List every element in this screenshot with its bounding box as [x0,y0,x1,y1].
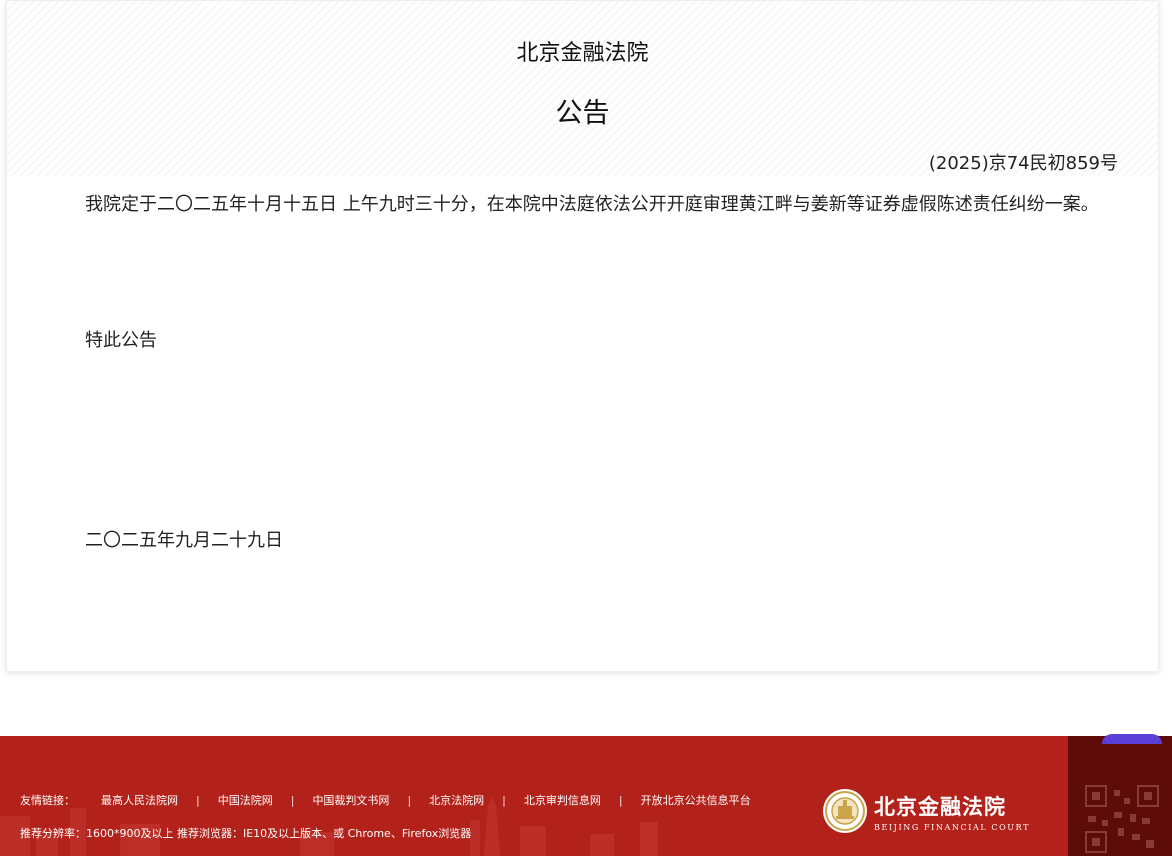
notice-closing: 特此公告 [85,330,157,351]
logo-name-cn: 北京金融法院 [874,793,1006,819]
link-judgments[interactable]: 中国裁判文书网 [312,792,389,808]
qr-panel [1068,734,1172,856]
link-separator: | [618,793,623,807]
link-beijing-court[interactable]: 北京法院网 [429,792,484,808]
footer-logo[interactable]: 北京金融法院 BEIJING FINANCIAL COURT [822,788,1030,834]
links-label: 友情链接： [20,794,75,807]
link-beijing-trial-info[interactable]: 北京审判信息网 [524,792,601,808]
floating-widget[interactable] [1102,734,1162,744]
browser-recommendation: 推荐分辨率：1600*900及以上 推荐浏览器：IE10及以上版本、或 Chro… [20,827,472,840]
logo-name-en: BEIJING FINANCIAL COURT [874,822,1031,832]
qr-code-icon [1085,785,1159,853]
notice-date: 二〇二五年九月二十九日 [85,530,283,551]
link-separator: | [196,793,200,807]
case-number: (2025)京74民初859号 [928,153,1118,174]
link-separator: | [502,793,506,807]
link-open-beijing[interactable]: 开放北京公共信息平台 [641,792,751,808]
site-footer: 友情链接： 最高人民法院网 | 中国法院网 | 中国裁判文书网 | 北京法院网 … [0,736,1172,856]
link-separator: | [407,793,412,807]
friendly-links: 友情链接： 最高人民法院网 | 中国法院网 | 中国裁判文书网 | 北京法院网 … [20,792,751,808]
court-name-heading: 北京金融法院 [516,41,649,66]
notice-body: 我院定于二〇二五年十月十五日 上午九时三十分，在本院中法庭依法公开开庭审理黄江畔… [85,194,1099,215]
link-separator: | [290,793,295,807]
link-china-court[interactable]: 中国法院网 [218,792,273,808]
notice-card: 北京金融法院 公告 (2025)京74民初859号 我院定于二〇二五年十月十五日… [6,0,1159,672]
notice-title: 公告 [555,98,610,129]
link-supreme-court[interactable]: 最高人民法院网 [101,792,178,808]
court-seal-icon [823,789,867,833]
